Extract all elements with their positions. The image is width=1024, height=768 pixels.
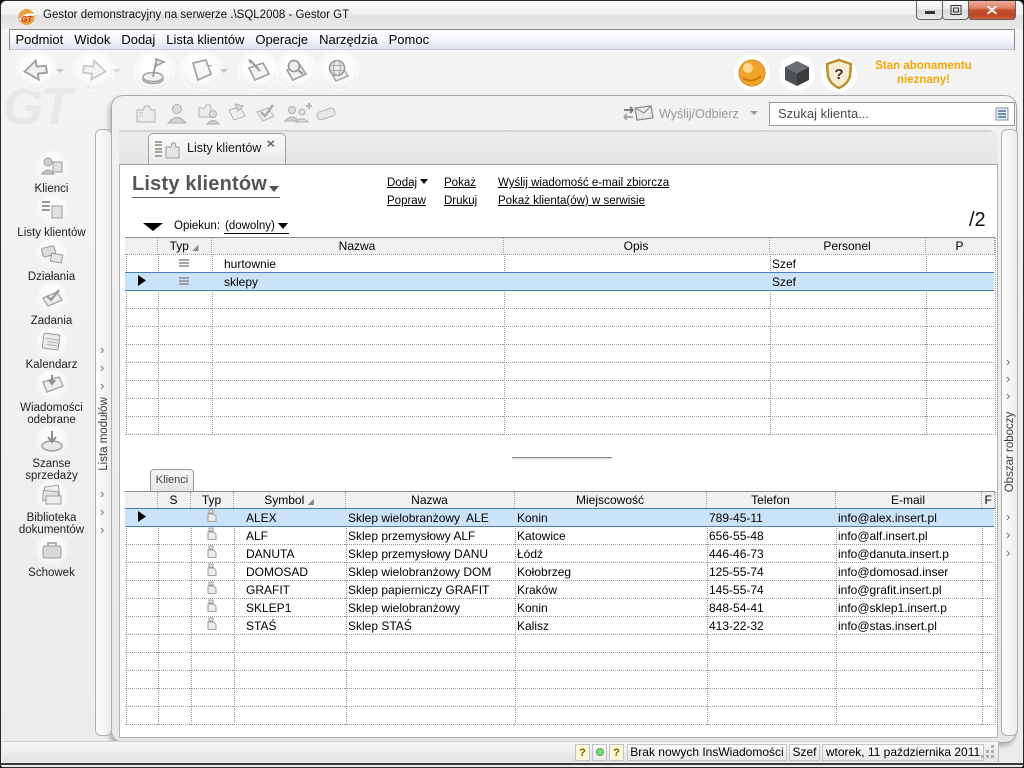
svg-text:?: ? xyxy=(834,66,843,83)
svg-text:GT: GT xyxy=(21,15,33,24)
